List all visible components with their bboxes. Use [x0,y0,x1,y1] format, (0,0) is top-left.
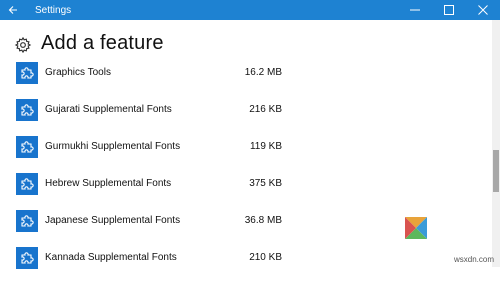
puzzle-icon [16,136,38,158]
feature-name: Graphics Tools [45,67,111,78]
puzzle-icon [16,62,38,84]
scrollbar-thumb[interactable] [493,150,499,192]
title-bar: Settings [0,0,500,20]
feature-item-hebrew-fonts[interactable]: Hebrew Supplemental Fonts 375 KB [0,173,490,210]
close-icon [478,5,488,15]
minimize-button[interactable] [398,0,432,20]
puzzle-icon [16,173,38,195]
back-button[interactable] [0,0,26,20]
feature-size: 375 KB [249,178,282,189]
feature-name: Hebrew Supplemental Fonts [45,178,172,189]
minimize-icon [410,9,420,11]
window-title: Settings [35,4,72,16]
maximize-icon [444,5,454,15]
feature-item-gujarati-fonts[interactable]: Gujarati Supplemental Fonts 216 KB [0,99,490,136]
vertical-scrollbar[interactable] [492,20,500,267]
page-title: Add a feature [41,32,164,54]
feature-item-graphics-tools[interactable]: Graphics Tools 16.2 MB [0,62,490,99]
window-controls [398,0,500,20]
feature-name: Gurmukhi Supplemental Fonts [45,141,181,152]
back-arrow-icon [8,6,17,14]
feature-item-kannada-fonts[interactable]: Kannada Supplemental Fonts 210 KB [0,247,490,284]
feature-size: 36.8 MB [244,215,282,226]
maximize-button[interactable] [432,0,466,20]
puzzle-icon [16,247,38,269]
feature-name: Kannada Supplemental Fonts [45,252,177,263]
close-button[interactable] [466,0,500,20]
watermark-logo-icon [405,217,427,239]
feature-size: 210 KB [249,252,282,263]
puzzle-icon [16,99,38,121]
watermark-text: wsxdn.com [453,255,494,264]
page-header: Add a feature [0,28,500,62]
feature-item-gurmukhi-fonts[interactable]: Gurmukhi Supplemental Fonts 119 KB [0,136,490,173]
feature-name: Japanese Supplemental Fonts [45,215,181,226]
feature-size: 119 KB [249,141,282,152]
gear-icon [14,36,32,54]
feature-size: 216 KB [249,104,282,115]
feature-name: Gujarati Supplemental Fonts [45,104,172,115]
feature-size: 16.2 MB [244,67,282,78]
puzzle-icon [16,210,38,232]
